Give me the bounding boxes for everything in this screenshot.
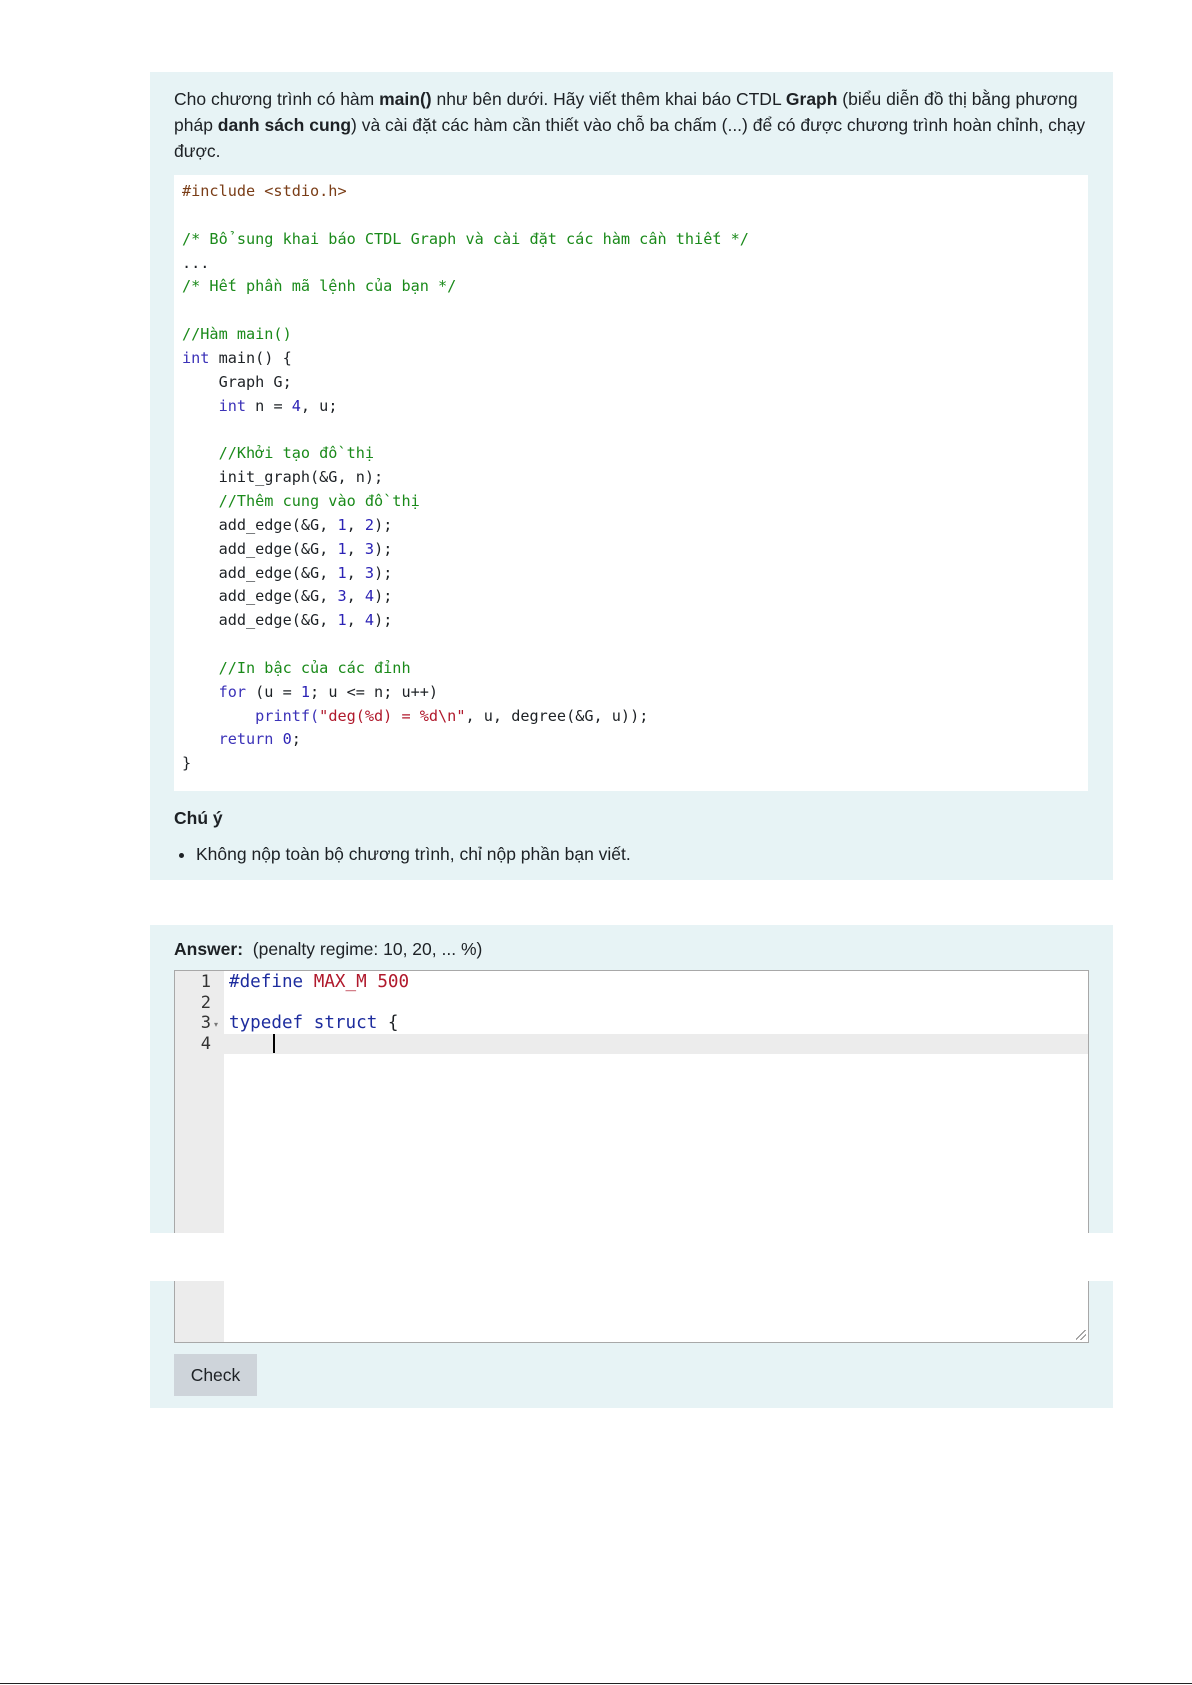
- question-panel: Cho chương trình có hàm main() như bên d…: [150, 72, 1113, 880]
- page-divider: [0, 1683, 1192, 1684]
- code-editor-continued[interactable]: [174, 1281, 1089, 1343]
- resize-handle-icon[interactable]: [1076, 1330, 1086, 1340]
- line-number-gutter: 1 2 3 ▾ 4: [175, 971, 224, 1233]
- note-title: Chú ý: [174, 808, 223, 828]
- answer-panel: Answer: (penalty regime: 10, 20, ... %) …: [150, 925, 1113, 1233]
- question-text: Cho chương trình có hàm main() như bên d…: [174, 89, 1086, 161]
- line-number: 1: [200, 972, 211, 992]
- fold-arrow-icon[interactable]: ▾: [214, 1020, 218, 1029]
- note-item: Không nộp toàn bộ chương trình, chỉ nộp …: [196, 842, 631, 866]
- code-editor[interactable]: 1 2 3 ▾ 4 #define MAX_M 500 typedef stru…: [174, 970, 1089, 1233]
- editor-line-1: #define MAX_M 500: [229, 972, 410, 992]
- text-cursor: [273, 1034, 275, 1053]
- line-number: 4: [200, 1033, 211, 1054]
- active-line-highlight: [224, 1033, 1088, 1054]
- penalty-regime: (penalty regime: 10, 20, ... %): [252, 939, 483, 959]
- editor-line-3: typedef struct {: [229, 1013, 399, 1033]
- line-number: 2: [200, 992, 211, 1013]
- answer-label: Answer: (penalty regime: 10, 20, ... %): [174, 939, 483, 959]
- line-number: 3: [200, 1013, 211, 1033]
- answer-panel-continued: Check: [150, 1281, 1113, 1408]
- check-button[interactable]: Check: [174, 1354, 257, 1396]
- code-sample: #include <stdio.h> /* Bổ sung khai báo C…: [174, 175, 1088, 791]
- line-number-gutter: [175, 1281, 224, 1342]
- note-list: Không nộp toàn bộ chương trình, chỉ nộp …: [174, 842, 631, 866]
